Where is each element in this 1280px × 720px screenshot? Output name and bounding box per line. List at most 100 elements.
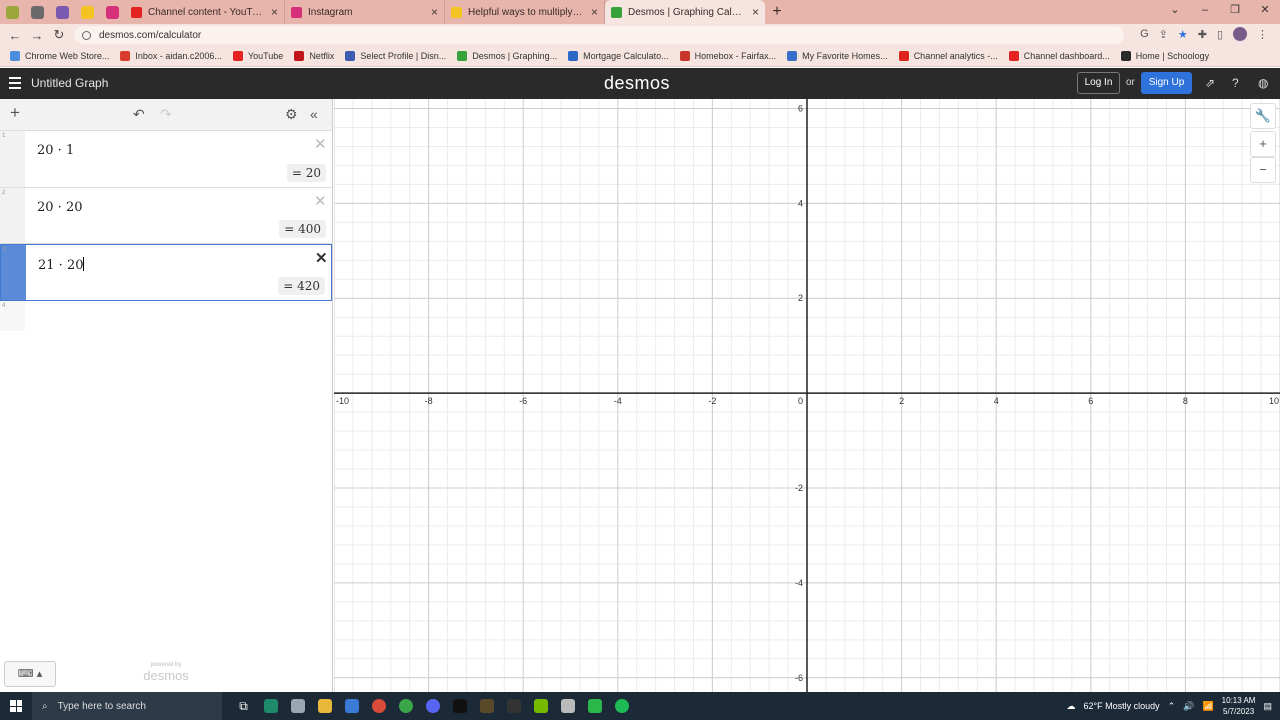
bookmark-item[interactable]: Netflix [294, 51, 334, 61]
weather-cloud-icon[interactable]: ☁ [1067, 701, 1076, 712]
pinned-tab-3[interactable] [50, 0, 75, 24]
expression-row[interactable]: 1 20 · 1 ✕ = 20 [0, 131, 332, 188]
reload-icon[interactable]: ↻ [48, 27, 70, 43]
start-button[interactable] [0, 692, 32, 720]
restore-icon[interactable]: ❐ [1220, 0, 1250, 22]
zoom-out-button[interactable]: − [1250, 157, 1276, 183]
help-icon[interactable]: ? [1232, 76, 1239, 90]
bookmark-item[interactable]: Mortgage Calculato... [568, 51, 669, 61]
notifications-icon[interactable]: ▤ [1263, 701, 1272, 712]
browser-tab[interactable]: Desmos | Graphing Calculator × [605, 0, 765, 24]
minimize-icon[interactable]: – [1190, 0, 1220, 22]
chrome-icon[interactable] [365, 692, 392, 720]
delete-expression-icon[interactable]: ✕ [314, 135, 327, 153]
empty-expression-row[interactable]: 4 [0, 300, 332, 331]
x-tick-label: -2 [708, 396, 716, 406]
collapse-panel-icon[interactable]: « [310, 106, 318, 122]
expression-toolbar: + ↶ ↷ ⚙ « [0, 99, 332, 131]
share-icon[interactable]: ⇪ [1159, 28, 1168, 41]
signup-button[interactable]: Sign Up [1141, 72, 1192, 94]
pinned-tab-5[interactable] [100, 0, 125, 24]
browser-tab[interactable]: Channel content - YouTube Studio × [125, 0, 285, 24]
new-tab-button[interactable]: + [765, 0, 789, 24]
store-icon[interactable] [338, 692, 365, 720]
pinned-tab-2[interactable] [25, 0, 50, 24]
graph-settings-wrench-icon[interactable]: 🔧 [1250, 103, 1276, 129]
pinned-tab-1[interactable] [0, 0, 25, 24]
expression-input[interactable]: 20 · 20 [37, 200, 82, 215]
menu-dots-icon[interactable]: ⋮ [1257, 28, 1268, 41]
expression-index: 3 [3, 247, 7, 253]
volume-icon[interactable]: 🔊 [1183, 701, 1194, 712]
app-icon-5[interactable] [581, 692, 608, 720]
tab-search-icon[interactable]: ⌄ [1160, 0, 1190, 22]
bookmark-item[interactable]: Desmos | Graphing... [457, 51, 557, 61]
extensions-icon[interactable]: ✚ [1198, 28, 1207, 41]
graph-canvas[interactable]: -10 -8 -6 -4 -2 0 2 4 6 8 10 6 4 2 -2 -4 -6 [333, 99, 1280, 692]
tab-close-icon[interactable]: × [271, 5, 278, 19]
chrome-profile-icon[interactable] [392, 692, 419, 720]
hamburger-menu-icon[interactable] [9, 77, 21, 89]
expression-row[interactable]: 2 20 · 20 ✕ = 400 [0, 187, 332, 244]
bookmark-item[interactable]: Home | Schoology [1120, 51, 1209, 61]
tiktok-icon[interactable] [446, 692, 473, 720]
pinned-tab-4[interactable] [75, 0, 100, 24]
expression-gutter[interactable]: 3 [1, 245, 26, 300]
app-icon-1[interactable] [257, 692, 284, 720]
expression-gutter[interactable]: 2 [0, 187, 25, 243]
bookmark-item[interactable]: Chrome Web Store... [10, 51, 109, 61]
file-explorer-icon[interactable] [311, 692, 338, 720]
expression-row[interactable]: 3 21 · 20 ✕ = 420 [0, 244, 332, 301]
clock[interactable]: 10:13 AM 5/7/2023 [1222, 695, 1256, 717]
google-icon[interactable]: G [1140, 28, 1149, 40]
expression-gutter[interactable]: 1 [0, 131, 25, 187]
add-item-icon[interactable]: + [10, 103, 20, 123]
expression-input[interactable]: 20 · 1 [37, 143, 74, 158]
tab-close-icon[interactable]: × [591, 5, 598, 19]
nvidia-icon[interactable] [527, 692, 554, 720]
tab-close-icon[interactable]: × [752, 5, 759, 19]
bookmark-item[interactable]: Channel analytics -... [898, 51, 998, 61]
taskbar-search-input[interactable]: ⌕ Type here to search [32, 692, 222, 720]
expression-input[interactable]: 21 · 20 [38, 257, 85, 273]
browser-tab[interactable]: Helpful ways to multiply double digit × [445, 0, 605, 24]
y-tick-label: -4 [795, 578, 803, 588]
delete-expression-icon[interactable]: ✕ [315, 249, 328, 267]
tray-arrow-icon[interactable]: ⌃ [1168, 701, 1176, 712]
back-icon[interactable]: ← [4, 28, 26, 43]
settings-gear-icon[interactable]: ⚙ [285, 106, 298, 123]
app-icon-3[interactable] [473, 692, 500, 720]
delete-expression-icon[interactable]: ✕ [314, 192, 327, 210]
zoom-in-button[interactable]: + [1250, 131, 1276, 157]
tab-close-icon[interactable]: × [431, 5, 438, 19]
network-icon[interactable]: 📶 [1202, 701, 1213, 712]
redo-icon[interactable]: ↷ [160, 106, 172, 123]
graph-title[interactable]: Untitled Graph [31, 76, 108, 90]
app-icon-2[interactable] [284, 692, 311, 720]
graph-paper[interactable]: -10 -8 -6 -4 -2 0 2 4 6 8 10 6 4 2 -2 -4 -6 🔧 + − [333, 99, 1280, 692]
app-icon-4[interactable] [554, 692, 581, 720]
spotify-icon[interactable] [608, 692, 635, 720]
login-button[interactable]: Log In [1077, 72, 1120, 94]
bookmark-item[interactable]: My Favorite Homes... [787, 51, 888, 61]
sidepanel-icon[interactable]: ▯ [1217, 28, 1223, 41]
bookmark-item[interactable]: Channel dashboard... [1008, 51, 1110, 61]
bookmark-item[interactable]: Inbox - aidan.c2006... [120, 51, 222, 61]
browser-tab[interactable]: Instagram × [285, 0, 445, 24]
bookmark-item[interactable]: Select Profile | Disn... [345, 51, 446, 61]
forward-icon[interactable]: → [26, 28, 48, 43]
weather-text[interactable]: 62°F Mostly cloudy [1084, 701, 1160, 711]
close-window-icon[interactable]: ✕ [1250, 0, 1280, 22]
url-input[interactable]: desmos.com/calculator [74, 26, 1124, 44]
epic-games-icon[interactable] [500, 692, 527, 720]
profile-avatar[interactable] [1233, 27, 1247, 41]
undo-icon[interactable]: ↶ [133, 106, 145, 123]
keyboard-toggle-button[interactable]: ⌨ ▴ [4, 661, 56, 687]
bookmark-star-icon[interactable]: ★ [1178, 28, 1188, 41]
bookmark-item[interactable]: Homebox - Fairfax... [679, 51, 776, 61]
bookmark-item[interactable]: YouTube [232, 51, 283, 61]
share-graph-icon[interactable]: ⇗ [1205, 76, 1215, 90]
discord-icon[interactable] [419, 692, 446, 720]
language-globe-icon[interactable]: ◍ [1258, 76, 1268, 90]
task-view-icon[interactable]: ⧉ [230, 692, 257, 720]
